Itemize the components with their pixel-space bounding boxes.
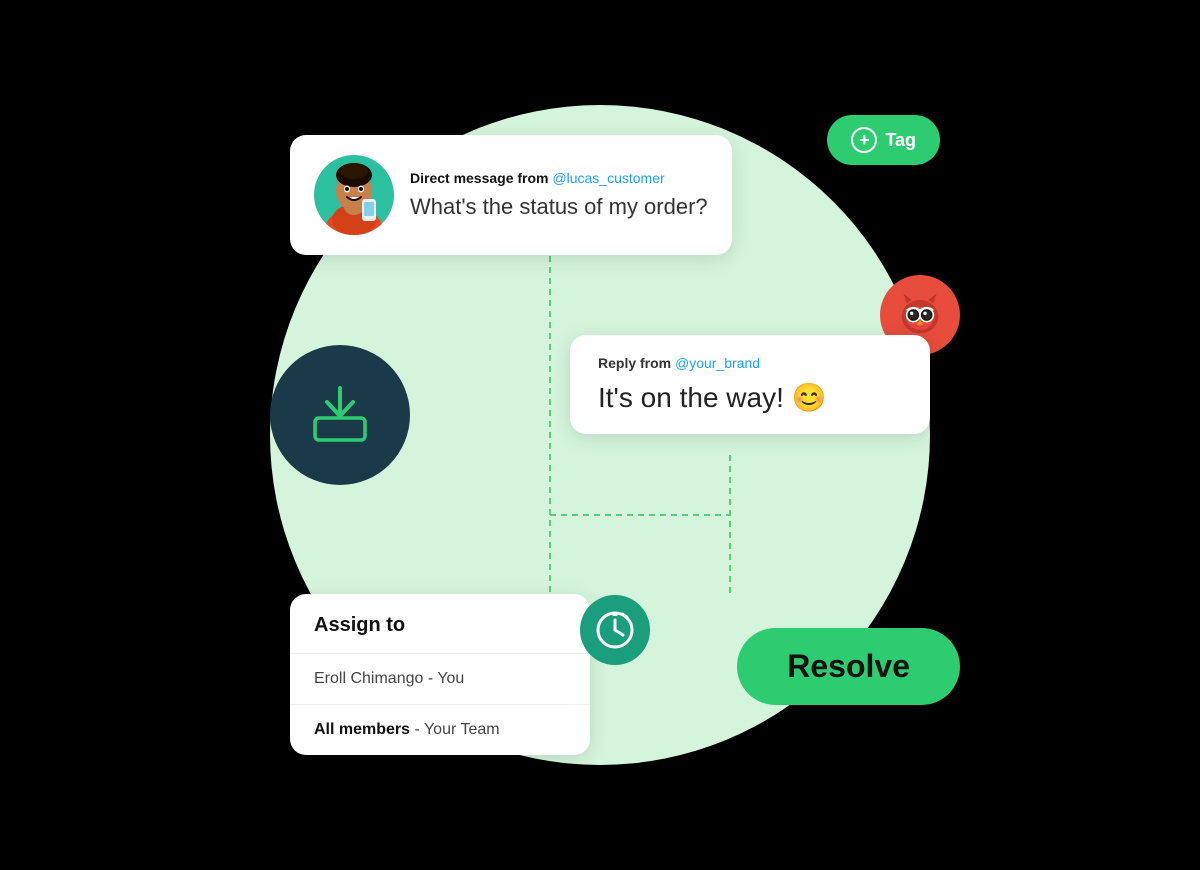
reply-header-bold: Reply from <box>598 355 671 371</box>
tag-label: Tag <box>885 130 916 151</box>
assign-item-team[interactable]: All members - Your Team <box>290 705 590 755</box>
inbox-icon <box>270 345 410 485</box>
clock-icon <box>580 595 650 665</box>
assign-team-text: - Your Team <box>410 721 500 738</box>
dm-card: Direct message from @lucas_customer What… <box>290 135 732 255</box>
main-scene: + Tag <box>150 35 1050 835</box>
dm-username: @lucas_customer <box>552 170 664 186</box>
reply-username: @your_brand <box>675 355 760 371</box>
assign-title: Assign to <box>290 594 590 654</box>
reply-card: Reply from @your_brand It's on the way! … <box>570 335 930 434</box>
tag-button[interactable]: + Tag <box>827 115 940 165</box>
reply-header: Reply from @your_brand <box>598 355 902 371</box>
assign-all-members: All members <box>314 721 410 738</box>
dm-content: Direct message from @lucas_customer What… <box>410 170 708 220</box>
tag-plus-icon: + <box>851 127 877 153</box>
reply-message: It's on the way! 😊 <box>598 381 902 414</box>
resolve-label: Resolve <box>787 648 910 684</box>
dm-header-bold: Direct message from <box>410 170 549 186</box>
assign-card: Assign to Eroll Chimango - You All membe… <box>290 594 590 755</box>
dm-message: What's the status of my order? <box>410 194 708 220</box>
dm-header: Direct message from @lucas_customer <box>410 170 708 186</box>
assign-item-you-text: Eroll Chimango - You <box>314 670 464 687</box>
assign-item-you[interactable]: Eroll Chimango - You <box>290 654 590 705</box>
reply-emoji: 😊 <box>792 382 827 413</box>
resolve-button[interactable]: Resolve <box>737 628 960 705</box>
avatar <box>314 155 394 235</box>
